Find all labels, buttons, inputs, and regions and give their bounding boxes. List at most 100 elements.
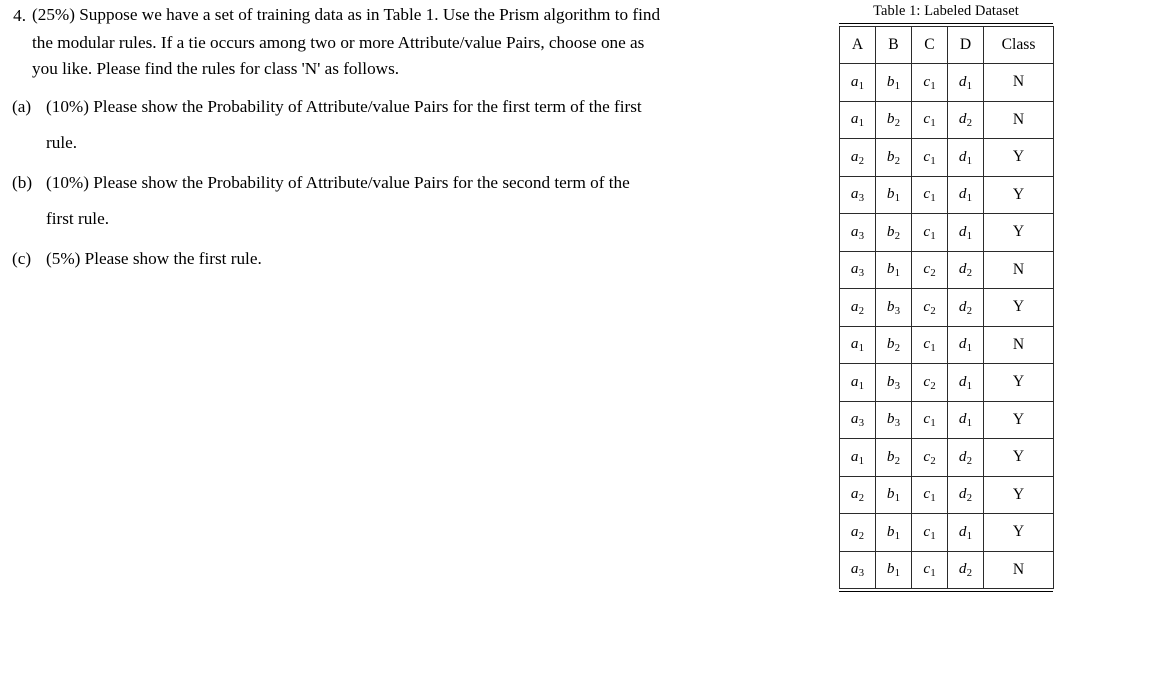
value-base: d1: [958, 410, 973, 430]
cell-d: d2: [947, 550, 984, 589]
cell-a: a3: [839, 250, 876, 289]
table-bottom-rule: [839, 591, 1053, 593]
cell-d: d2: [947, 250, 984, 289]
value-base: d2: [958, 110, 973, 130]
cell-class: Y: [983, 213, 1054, 252]
value-subscript: 1: [858, 455, 865, 467]
table-row: a3 b3 c1 d1 Y: [839, 400, 1054, 439]
value-base: d1: [958, 335, 973, 355]
question-number: 4.: [13, 6, 26, 25]
cell-a: a3: [839, 213, 876, 252]
cell-b: b1: [875, 513, 912, 552]
value-subscript: 1: [966, 530, 973, 542]
table-row: a3 b2 c1 d1 Y: [839, 213, 1054, 252]
table-header-d: D: [947, 25, 984, 64]
value-subscript: 1: [966, 80, 973, 92]
cell-b: b1: [875, 175, 912, 214]
value-base: c2: [923, 297, 936, 317]
subitem-c-body: (5%) Please show the first rule.: [42, 244, 800, 274]
value-subscript: 1: [894, 80, 901, 92]
value-subscript: 2: [966, 568, 973, 580]
cell-class: Y: [983, 175, 1054, 214]
subitem-c-line-1: (5%) Please show the first rule.: [46, 249, 262, 268]
subitem-b-line-1: (10%) Please show the Probability of Att…: [46, 173, 630, 192]
value-base: d1: [958, 72, 973, 92]
value-base: c1: [923, 72, 936, 92]
value-base: d1: [958, 222, 973, 242]
value-subscript: 1: [930, 193, 936, 205]
value-base: d1: [958, 522, 973, 542]
value-base: d2: [958, 447, 973, 467]
value-subscript: 3: [894, 305, 901, 317]
cell-d: d1: [947, 175, 984, 214]
value-subscript: 1: [858, 118, 865, 130]
question-line-2: the modular rules. If a tie occurs among…: [32, 33, 645, 52]
value-subscript: 3: [858, 193, 865, 205]
value-subscript: 1: [858, 80, 865, 92]
table-row: a3 b1 c2 d2 N: [839, 250, 1054, 289]
value-subscript: 1: [930, 493, 936, 505]
value-base: a1: [850, 447, 865, 467]
cell-class: Y: [983, 400, 1054, 439]
cell-b: b1: [875, 550, 912, 589]
value-subscript: 1: [894, 268, 901, 280]
value-base: c1: [923, 222, 936, 242]
cell-c: c2: [911, 250, 948, 289]
table-header-b: B: [875, 25, 912, 64]
table-row: a1 b1 c1 d1 N: [839, 63, 1054, 102]
value-subscript: 2: [966, 268, 973, 280]
cell-a: a1: [839, 100, 876, 139]
value-subscript: 1: [894, 568, 901, 580]
value-subscript: 1: [966, 230, 973, 242]
dataset-table: A B C D Class a1 b1 c1 d1 Na1 b2 c1 d2 Na2 b2 c1 d1 Ya3 b…: [839, 25, 1054, 589]
table-row: a1 b2 c1 d1 N: [839, 325, 1054, 364]
cell-c: c1: [911, 138, 948, 177]
cell-d: d1: [947, 213, 984, 252]
cell-a: a3: [839, 550, 876, 589]
cell-d: d2: [947, 288, 984, 327]
value-subscript: 2: [858, 305, 865, 317]
value-subscript: 3: [858, 568, 865, 580]
value-base: a2: [850, 147, 865, 167]
cell-a: a3: [839, 175, 876, 214]
value-subscript: 1: [894, 530, 901, 542]
subitem-b-label: (b): [12, 173, 33, 192]
value-base: a3: [850, 185, 865, 205]
cell-class: N: [983, 250, 1054, 289]
value-base: b1: [886, 72, 901, 92]
value-base: a3: [850, 222, 865, 242]
cell-b: b2: [875, 100, 912, 139]
question-line-3: you like. Please find the rules for clas…: [32, 59, 400, 78]
cell-b: b2: [875, 138, 912, 177]
cell-d: d2: [947, 100, 984, 139]
subitem-a: (a) (10%) Please show the Probability of…: [0, 92, 800, 158]
table-caption: Table 1: Labeled Dataset: [839, 2, 1053, 24]
value-subscript: 2: [966, 118, 973, 130]
question-line-1: (25%) Suppose we have a set of training …: [32, 5, 661, 24]
cell-a: a2: [839, 288, 876, 327]
value-subscript: 1: [930, 568, 936, 580]
cell-class: Y: [983, 513, 1054, 552]
cell-class: N: [983, 550, 1054, 589]
value-base: d2: [958, 560, 973, 580]
cell-d: d1: [947, 513, 984, 552]
value-base: c2: [923, 372, 936, 392]
value-base: d2: [958, 297, 973, 317]
value-subscript: 1: [930, 418, 936, 430]
value-subscript: 1: [966, 155, 973, 167]
value-base: b1: [886, 560, 901, 580]
value-base: b1: [886, 522, 901, 542]
cell-a: a1: [839, 325, 876, 364]
value-subscript: 2: [966, 305, 973, 317]
cell-class: Y: [983, 438, 1054, 477]
cell-c: c1: [911, 475, 948, 514]
value-base: b3: [886, 297, 901, 317]
value-subscript: 1: [966, 380, 973, 392]
value-base: a3: [850, 410, 865, 430]
table-row: a1 b3 c2 d1 Y: [839, 363, 1054, 402]
cell-c: c1: [911, 100, 948, 139]
cell-class: Y: [983, 475, 1054, 514]
cell-class: N: [983, 63, 1054, 102]
value-base: b1: [886, 485, 901, 505]
table-figure: Table 1: Labeled Dataset A B C D Class a1 b1 c…: [839, 2, 1054, 593]
